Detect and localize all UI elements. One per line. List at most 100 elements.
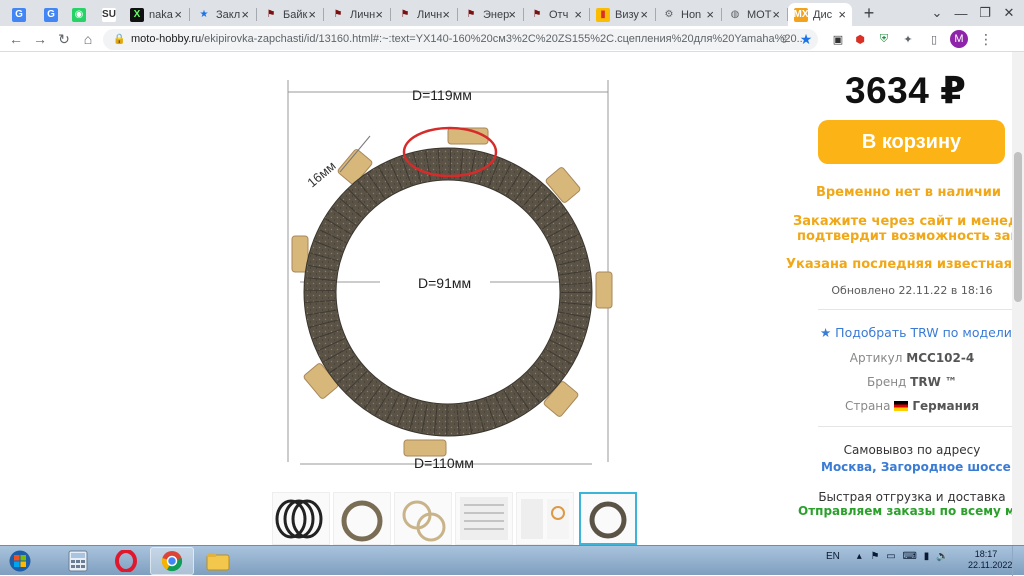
browser-tab[interactable]: ⚑ Личн × xyxy=(392,3,456,26)
close-tab-icon[interactable]: × xyxy=(772,7,780,22)
country-value: Германия xyxy=(912,399,980,413)
add-to-cart-button[interactable]: В корзину xyxy=(818,120,1005,164)
sidebar-icon[interactable]: ▯ xyxy=(926,31,942,47)
pickup-address[interactable]: Москва, Загородное шоссе 15 xyxy=(821,460,1024,474)
article-label: Артикул xyxy=(849,351,903,365)
germany-flag-icon xyxy=(894,401,909,411)
x-logo-icon: X xyxy=(130,7,144,22)
thumbnail[interactable] xyxy=(333,492,391,545)
close-tab-icon[interactable]: × xyxy=(706,7,714,22)
shield-extension-icon[interactable]: ⛨ xyxy=(876,31,892,47)
order-note-line2: подтвердит возможность зака xyxy=(797,229,1024,244)
adblock-extension-icon[interactable]: ⬢ xyxy=(852,31,868,47)
language-indicator[interactable]: EN xyxy=(826,551,840,562)
share-icon[interactable]: ⇪ xyxy=(776,31,792,47)
puzzle-extensions-icon[interactable]: ✦ xyxy=(900,31,916,47)
start-button[interactable] xyxy=(4,548,36,574)
whatsapp-icon: ◉ xyxy=(72,7,86,22)
system-clock[interactable]: 18:17 22.11.2022 xyxy=(968,549,1013,571)
product-price: 3634 ₽ xyxy=(845,70,967,111)
flag-notification-icon[interactable]: ⚑ xyxy=(871,551,880,562)
reload-button[interactable]: ↻ xyxy=(54,29,74,49)
taskbar-opera[interactable] xyxy=(104,547,148,575)
camera-extension-icon[interactable]: ▣ xyxy=(830,31,846,47)
clock-date: 22.11.2022 xyxy=(968,560,1013,570)
taskbar-explorer[interactable] xyxy=(196,547,240,575)
close-tab-icon[interactable]: × xyxy=(838,7,846,22)
scrollbar-thumb[interactable] xyxy=(1014,152,1022,302)
spec-article: Артикул MCC102-4 xyxy=(760,351,1024,365)
tab-strip: G G ◉ SU Xnaka × ★ Закл × ⚑ Байк × ⚑ Личн × ⚑ Личн × ⚑ Энер… xyxy=(0,0,1024,26)
spec-country: Страна Германия xyxy=(760,399,1024,413)
system-tray: EN ▴ ⚑ ▭ ⌨ ▮ 🔊 xyxy=(826,551,948,562)
country-label: Страна xyxy=(844,399,891,413)
bookmark-star-icon[interactable]: ★ xyxy=(798,31,814,47)
browser-tab[interactable]: ⚙ Hon × xyxy=(656,3,720,26)
page-scrollbar[interactable] xyxy=(1012,52,1024,545)
browser-tab[interactable]: ◉ xyxy=(66,3,94,26)
keyboard-icon[interactable]: ⌨ xyxy=(902,551,916,562)
close-tab-icon[interactable]: × xyxy=(241,7,249,22)
close-tab-icon[interactable]: × xyxy=(308,7,316,22)
calculator-icon xyxy=(68,550,88,572)
lock-icon: 🔒 xyxy=(113,34,126,45)
browser-toolbar: ← → ↻ ⌂ 🔒 moto-hobby.ru/ekipirovka-zapch… xyxy=(0,26,1024,52)
taskbar-calculator[interactable] xyxy=(56,547,100,575)
browser-tab[interactable]: ▮ Визу × xyxy=(590,3,654,26)
back-button[interactable]: ← xyxy=(6,29,26,49)
show-desktop-button[interactable] xyxy=(1012,546,1024,576)
browser-tab[interactable]: ◍ МОТ × xyxy=(722,3,786,26)
close-tab-icon[interactable]: × xyxy=(640,7,648,22)
price-note: Указана последняя известная ц xyxy=(786,257,1024,272)
new-tab-button[interactable]: + xyxy=(858,2,880,24)
trw-model-link[interactable]: ★ Подобрать TRW по модели ↓ xyxy=(820,325,1024,340)
close-tab-icon[interactable]: × xyxy=(375,7,383,22)
home-button[interactable]: ⌂ xyxy=(78,29,98,49)
browser-tab[interactable]: ⚑ Личн × xyxy=(325,3,389,26)
browser-tab[interactable]: ★ Закл × xyxy=(191,3,255,26)
globe-icon: ◍ xyxy=(730,9,740,20)
dim-label-inner: D=91мм xyxy=(418,275,471,291)
url-path: /ekipirovka-zapchasti/id/13160.html#:~:t… xyxy=(201,33,806,45)
shipping-note: Отправляем заказы по всему ми xyxy=(798,504,1024,518)
browser-tab[interactable]: ⚑ Отч × xyxy=(524,3,588,26)
expand-tray-icon[interactable]: ▴ xyxy=(857,551,862,562)
thumbnail[interactable] xyxy=(455,492,513,545)
browser-tab[interactable]: ⚑ Энер × xyxy=(458,3,522,26)
updated-timestamp: Обновлено 22.11.22 в 18:16 xyxy=(831,284,993,297)
doc-icon: ▮ xyxy=(596,7,610,22)
usa-flag-icon[interactable]: ▭ xyxy=(886,551,895,562)
browser-tab[interactable]: G xyxy=(38,3,64,26)
network-icon[interactable]: ▮ xyxy=(924,551,930,562)
close-tab-icon[interactable]: × xyxy=(174,7,182,22)
profile-avatar[interactable]: M xyxy=(950,30,968,48)
google-icon: G xyxy=(12,7,26,22)
moto-icon: ⚑ xyxy=(266,9,276,20)
close-tab-icon[interactable]: × xyxy=(508,7,516,22)
mx-icon: MX xyxy=(793,7,809,22)
forward-button[interactable]: → xyxy=(30,29,50,49)
friction-ring xyxy=(304,148,592,436)
browser-tab[interactable]: G xyxy=(6,3,36,26)
browser-tab[interactable]: Xnaka × xyxy=(124,3,188,26)
close-tab-icon[interactable]: × xyxy=(574,7,582,22)
close-window-button[interactable]: ✕ xyxy=(994,0,1024,26)
spec-brand: Бренд TRW ™ xyxy=(760,375,1024,389)
thumbnail-strip xyxy=(272,492,642,545)
dim-label-bottom: D=110мм xyxy=(414,455,474,471)
thumbnail[interactable] xyxy=(272,492,330,545)
close-tab-icon[interactable]: × xyxy=(442,7,450,22)
menu-kebab-icon[interactable]: ⋮ xyxy=(978,31,994,47)
browser-tab[interactable]: ⚑ Байк × xyxy=(258,3,322,26)
thumbnail-selected[interactable] xyxy=(579,492,637,545)
thumbnail[interactable] xyxy=(394,492,452,545)
thumbnail[interactable] xyxy=(516,492,574,545)
browser-tab[interactable]: SU xyxy=(96,3,122,26)
tab-separator xyxy=(390,8,391,21)
address-bar[interactable]: 🔒 moto-hobby.ru/ekipirovka-zapchasti/id/… xyxy=(103,29,818,50)
taskbar-chrome[interactable] xyxy=(150,547,194,575)
volume-icon[interactable]: 🔊 xyxy=(936,551,948,562)
dim-label-tab: 16мм xyxy=(304,158,338,190)
availability-status: Временно нет в наличии xyxy=(815,185,1002,200)
browser-tab[interactable]: MX Дис × xyxy=(788,3,852,26)
